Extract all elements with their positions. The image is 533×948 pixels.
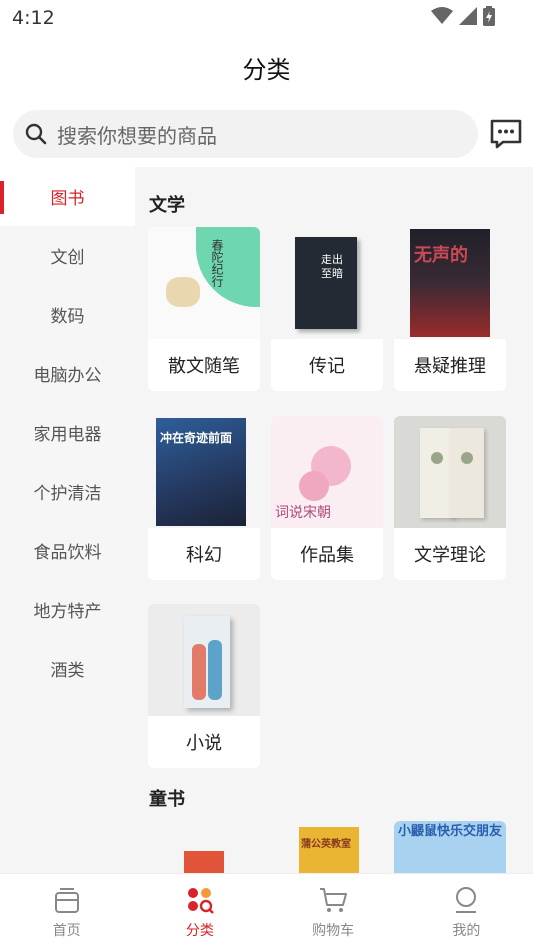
section-title-children: 童书 <box>149 789 185 810</box>
search-icon <box>25 123 47 145</box>
sidebar-item-personal-care[interactable]: 个护清洁 <box>0 462 135 521</box>
sidebar-item-food-drinks[interactable]: 食品饮料 <box>0 521 135 580</box>
category-content: 文学 春陀纪行 散文随笔 走出至暗 传记 无声的 悬疑推理 冲在奇迹前面 科幻 <box>135 167 533 873</box>
status-time: 4:12 <box>12 7 55 29</box>
status-icons <box>431 6 495 26</box>
search-placeholder: 搜索你想要的商品 <box>57 123 217 148</box>
category-card-label: 小说 <box>186 733 222 754</box>
sidebar-item-digital[interactable]: 数码 <box>0 285 135 344</box>
profile-icon <box>456 887 477 913</box>
home-icon <box>54 888 79 913</box>
book-cover-image: 词说宋朝 <box>271 416 383 528</box>
sidebar-item-liquor[interactable]: 酒类 <box>0 639 135 698</box>
category-card[interactable]: 春陀纪行 散文随笔 <box>148 227 260 391</box>
book-cover-image: 无声的 <box>394 227 506 339</box>
page-title: 分类 <box>242 56 291 84</box>
signal-icon <box>459 7 477 25</box>
book-cover-image: 蒲公英教室 <box>271 821 383 873</box>
category-card[interactable]: 小鼹鼠快乐交朋友 <box>394 821 506 873</box>
tab-label: 分类 <box>185 923 214 939</box>
category-card[interactable]: 无声的 悬疑推理 <box>394 227 506 391</box>
book-cover-image <box>394 416 506 528</box>
battery-icon <box>483 6 495 26</box>
book-cover-image: 小鼹鼠快乐交朋友 <box>394 821 506 873</box>
wifi-icon <box>431 7 453 24</box>
tab-category[interactable]: 分类 <box>133 874 266 948</box>
book-cover-image: 春陀纪行 <box>148 227 260 339</box>
status-bar: 4:12 <box>0 0 533 38</box>
book-cover-image: 走出至暗 <box>271 227 383 339</box>
book-cover-image: 冲在奇迹前面 <box>148 416 260 528</box>
sidebar-item-cultural[interactable]: 文创 <box>0 226 135 285</box>
cart-icon <box>320 888 348 912</box>
category-card-label: 悬疑推理 <box>414 356 486 377</box>
sidebar-item-home-appliances[interactable]: 家用电器 <box>0 403 135 462</box>
category-card-label: 文学理论 <box>414 545 486 566</box>
search-input[interactable]: 搜索你想要的商品 <box>13 110 478 158</box>
category-card-label: 科幻 <box>186 545 222 566</box>
book-cover-image <box>148 604 260 716</box>
tab-cart[interactable]: 购物车 <box>267 874 400 948</box>
bottom-tab-bar: 首页 分类 购物车 我的 <box>0 873 533 948</box>
sidebar-item-local-specialty[interactable]: 地方特产 <box>0 580 135 639</box>
category-card[interactable]: 文学理论 <box>394 416 506 580</box>
category-card[interactable]: 词说宋朝 作品集 <box>271 416 383 580</box>
tab-home[interactable]: 首页 <box>0 874 133 948</box>
tab-label: 我的 <box>452 923 481 939</box>
category-card-label: 散文随笔 <box>168 356 240 377</box>
category-sidebar: 图书 文创 数码 电脑办公 家用电器 个护清洁 食品饮料 地方特产 酒类 <box>0 167 135 873</box>
category-card[interactable]: 冲在奇迹前面 科幻 <box>148 416 260 580</box>
tab-mine[interactable]: 我的 <box>400 874 533 948</box>
category-card[interactable]: 走出至暗 传记 <box>271 227 383 391</box>
category-card[interactable] <box>148 821 260 873</box>
message-icon[interactable] <box>489 117 523 151</box>
category-card[interactable]: 小说 <box>148 604 260 768</box>
category-icon <box>187 888 214 914</box>
book-cover-image <box>148 821 260 873</box>
sidebar-item-books[interactable]: 图书 <box>0 167 135 226</box>
section-title-literature: 文学 <box>149 195 185 216</box>
tab-label: 首页 <box>52 923 81 939</box>
tab-label: 购物车 <box>312 923 355 939</box>
category-card[interactable]: 蒲公英教室 <box>271 821 383 873</box>
sidebar-item-computer-office[interactable]: 电脑办公 <box>0 344 135 403</box>
category-card-label: 传记 <box>309 356 345 377</box>
category-card-label: 作品集 <box>300 545 354 566</box>
